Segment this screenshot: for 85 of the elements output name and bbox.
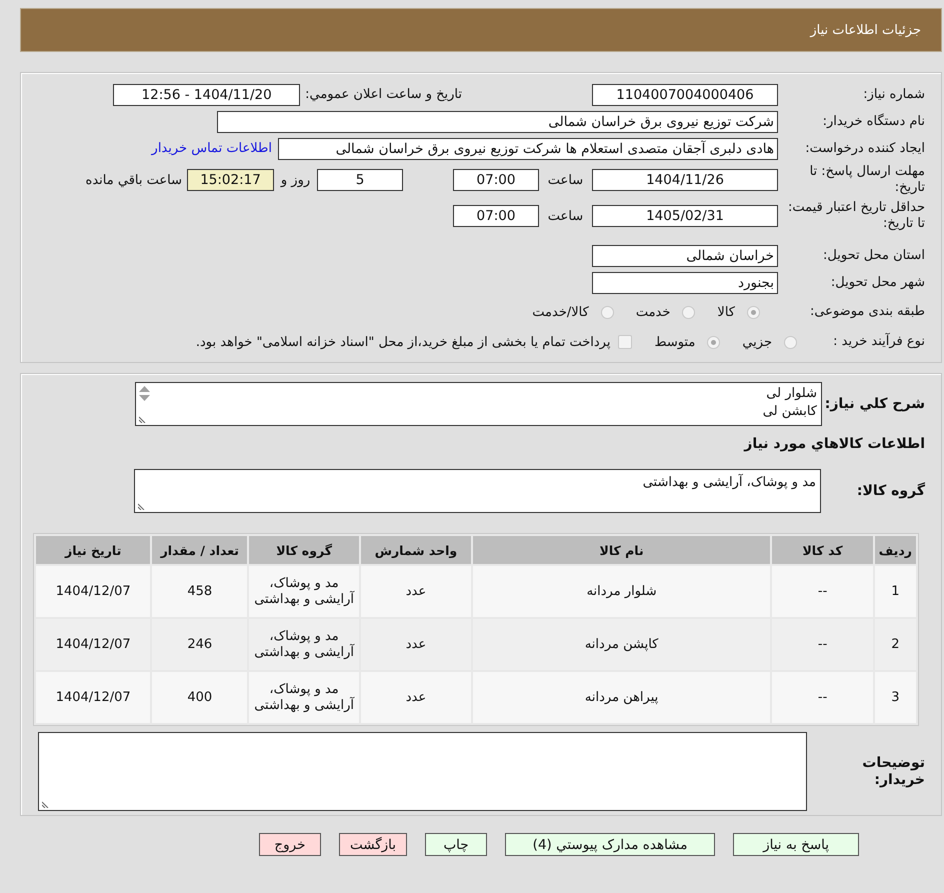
table-cell: 1404/12/07 [36, 566, 150, 617]
radio-button[interactable] [600, 306, 614, 318]
text-area[interactable] [38, 732, 807, 811]
radio-button[interactable] [707, 336, 720, 348]
section-heading: اطلاعات کالاهاي مورد نیاز [744, 436, 925, 452]
table-cell: -- [772, 566, 873, 617]
action-button[interactable]: خروج [258, 833, 321, 856]
action-button[interactable]: مشاهده مدارک پیوستي (4) [505, 833, 716, 856]
table-cell: -- [772, 619, 873, 670]
text-area[interactable]: شلوار لی کابشن لی [135, 382, 822, 426]
field-label: ایجاد کننده درخواست: [804, 140, 925, 156]
column-header: ردیف [874, 536, 916, 564]
table-cell: 2 [874, 619, 916, 670]
radio-label: کالا/خدمت [532, 304, 589, 320]
date-field[interactable]: 1404/11/26 [592, 169, 778, 191]
text-area[interactable]: مد و پوشاک، آرایشی و بهداشتی [134, 469, 821, 513]
table-cell: پیراهن مردانه [472, 672, 770, 723]
field-label: روز و [279, 172, 312, 188]
field-label: شماره نیاز: [862, 86, 925, 102]
field-label: مهلت ارسال پاسخ: تا تاریخ: [808, 164, 925, 196]
table-cell: 1404/12/07 [36, 672, 150, 723]
field-label: ساعت باقي مانده [86, 172, 182, 188]
radio-label: متوسط [654, 334, 696, 350]
table-cell: 458 [152, 566, 248, 617]
field-label: ساعت [546, 172, 584, 188]
field-label: شهر محل تحویل: [830, 274, 925, 290]
action-button[interactable]: بازگشت [338, 833, 408, 856]
radio-label: جزيي [742, 334, 772, 350]
field-label: طبقه بندی موضوعی: [808, 304, 925, 320]
field-label: گروه کالا: [856, 483, 925, 499]
table-cell: 1404/12/07 [36, 619, 150, 670]
days-field[interactable]: 5 [317, 169, 403, 191]
text-field[interactable]: خراسان شمالی [592, 244, 778, 266]
table-cell: کاپشن مردانه [472, 619, 770, 670]
column-header: کد کالا [772, 536, 873, 564]
radio-label: کالا [717, 304, 735, 320]
column-header: واحد شمارش [361, 536, 471, 564]
checkbox[interactable] [618, 335, 632, 349]
table-cell: مد و پوشاک، آرایشی و بهداشتی [249, 619, 359, 670]
column-header: تاریخ نیاز [36, 536, 150, 564]
text-field[interactable]: 1104007004000406 [592, 84, 778, 106]
field-label: نوع فرآیند خرید : [832, 334, 925, 350]
table-cell: عدد [361, 672, 471, 723]
field-label: نام دستگاه خریدار: [822, 114, 925, 130]
resize-grip-icon[interactable] [138, 502, 146, 510]
resize-grip-icon[interactable] [139, 415, 147, 423]
column-header: تعداد / مقدار [152, 536, 248, 564]
table-cell: 3 [874, 672, 916, 723]
date-field[interactable]: 1405/02/31 [592, 205, 778, 227]
radio-button[interactable] [747, 306, 760, 318]
field-label: تاریخ و ساعت اعلان عمومي: [305, 87, 462, 102]
scroll-up-icon[interactable] [139, 386, 150, 392]
table-cell: مد و پوشاک، آرایشی و بهداشتی [249, 566, 359, 617]
table-cell: شلوار مردانه [472, 566, 770, 617]
text-field[interactable]: 1404/11/20 - 12:56 [113, 84, 300, 106]
field-label: شرح کلي نیاز: [824, 396, 925, 412]
column-header: گروه کالا [249, 536, 359, 564]
table-cell: 246 [152, 619, 248, 670]
resize-grip-icon[interactable] [42, 800, 50, 808]
radio-label: خدمت [636, 304, 670, 320]
text-field[interactable]: هادی دلبری آجقان متصدی استعلام ها شرکت توزیع نیروی برق خراسان شمالی [278, 138, 778, 160]
text-field[interactable]: شرکت توزیع نیروی برق خراسان شمالی [217, 110, 778, 132]
table-cell: 400 [152, 672, 248, 723]
action-button[interactable]: چاپ [425, 833, 488, 856]
table-cell: -- [772, 672, 873, 723]
checkbox-label: پرداخت تمام یا بخشی از مبلغ خرید،از محل "اسناد خزانه اسلامی" خواهد بود. [196, 334, 610, 350]
table-cell: 1 [874, 566, 916, 617]
column-header: نام کالا [472, 536, 770, 564]
time-field[interactable]: 07:00 [453, 205, 539, 227]
time-field[interactable]: 07:00 [453, 169, 539, 191]
table-cell: عدد [361, 566, 471, 617]
field-label: توضیحات خریدار: [861, 754, 925, 788]
radio-button[interactable] [784, 336, 797, 348]
field-label: حداقل تاریخ اعتبار قیمت: تا تاریخ: [786, 200, 925, 232]
table-cell: عدد [361, 619, 471, 670]
field-label: استان محل تحویل: [822, 248, 925, 264]
page-title: جزئیات اطلاعات نیاز [810, 22, 921, 38]
scroll-down-icon[interactable] [139, 395, 150, 401]
field-label: ساعت [546, 208, 584, 224]
action-button[interactable]: پاسخ به نیاز [733, 833, 860, 856]
contact-link[interactable]: اطلاعات تماس خریدار [152, 141, 272, 156]
text-field[interactable]: بجنورد [592, 272, 778, 294]
countdown-field: 15:02:17 [187, 169, 274, 191]
radio-button[interactable] [682, 306, 696, 318]
table-cell: مد و پوشاک، آرایشی و بهداشتی [249, 672, 359, 723]
